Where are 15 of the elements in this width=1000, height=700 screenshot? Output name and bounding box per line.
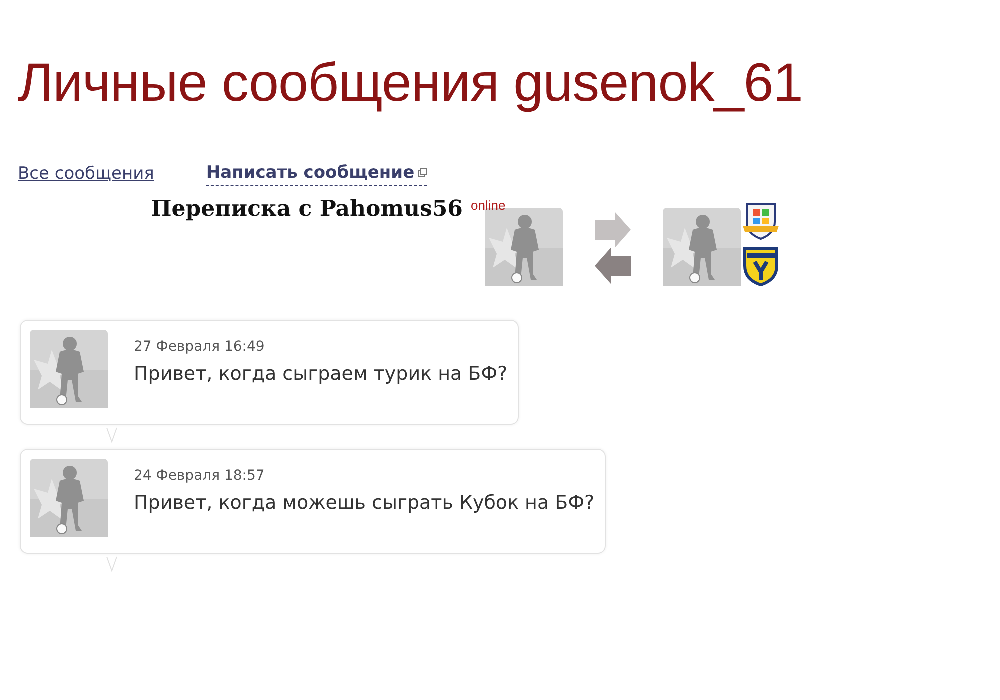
message-date: 24 Февраля 18:57 [134, 468, 266, 484]
tail-icon [106, 427, 118, 443]
conversation-heading: Переписка с Pahomus56 [151, 196, 463, 222]
message-date: 27 Февраля 16:49 [134, 339, 266, 355]
all-messages-link[interactable]: Все сообщения [18, 164, 154, 184]
shield-icon [740, 246, 781, 286]
page-title: Личные сообщения gusenok_61 [18, 52, 804, 114]
exchange-arrows-icon [592, 212, 633, 284]
shield-icon [740, 200, 781, 240]
write-message-link[interactable]: Написать сообщение [206, 162, 427, 186]
online-status: online [470, 198, 506, 213]
message-text: Привет, когда сыграем турик на БФ? [134, 363, 508, 385]
message-text: Привет, когда можешь сыграть Кубок на БФ? [134, 492, 595, 514]
popup-icon [418, 168, 427, 177]
tail-icon [106, 556, 118, 572]
